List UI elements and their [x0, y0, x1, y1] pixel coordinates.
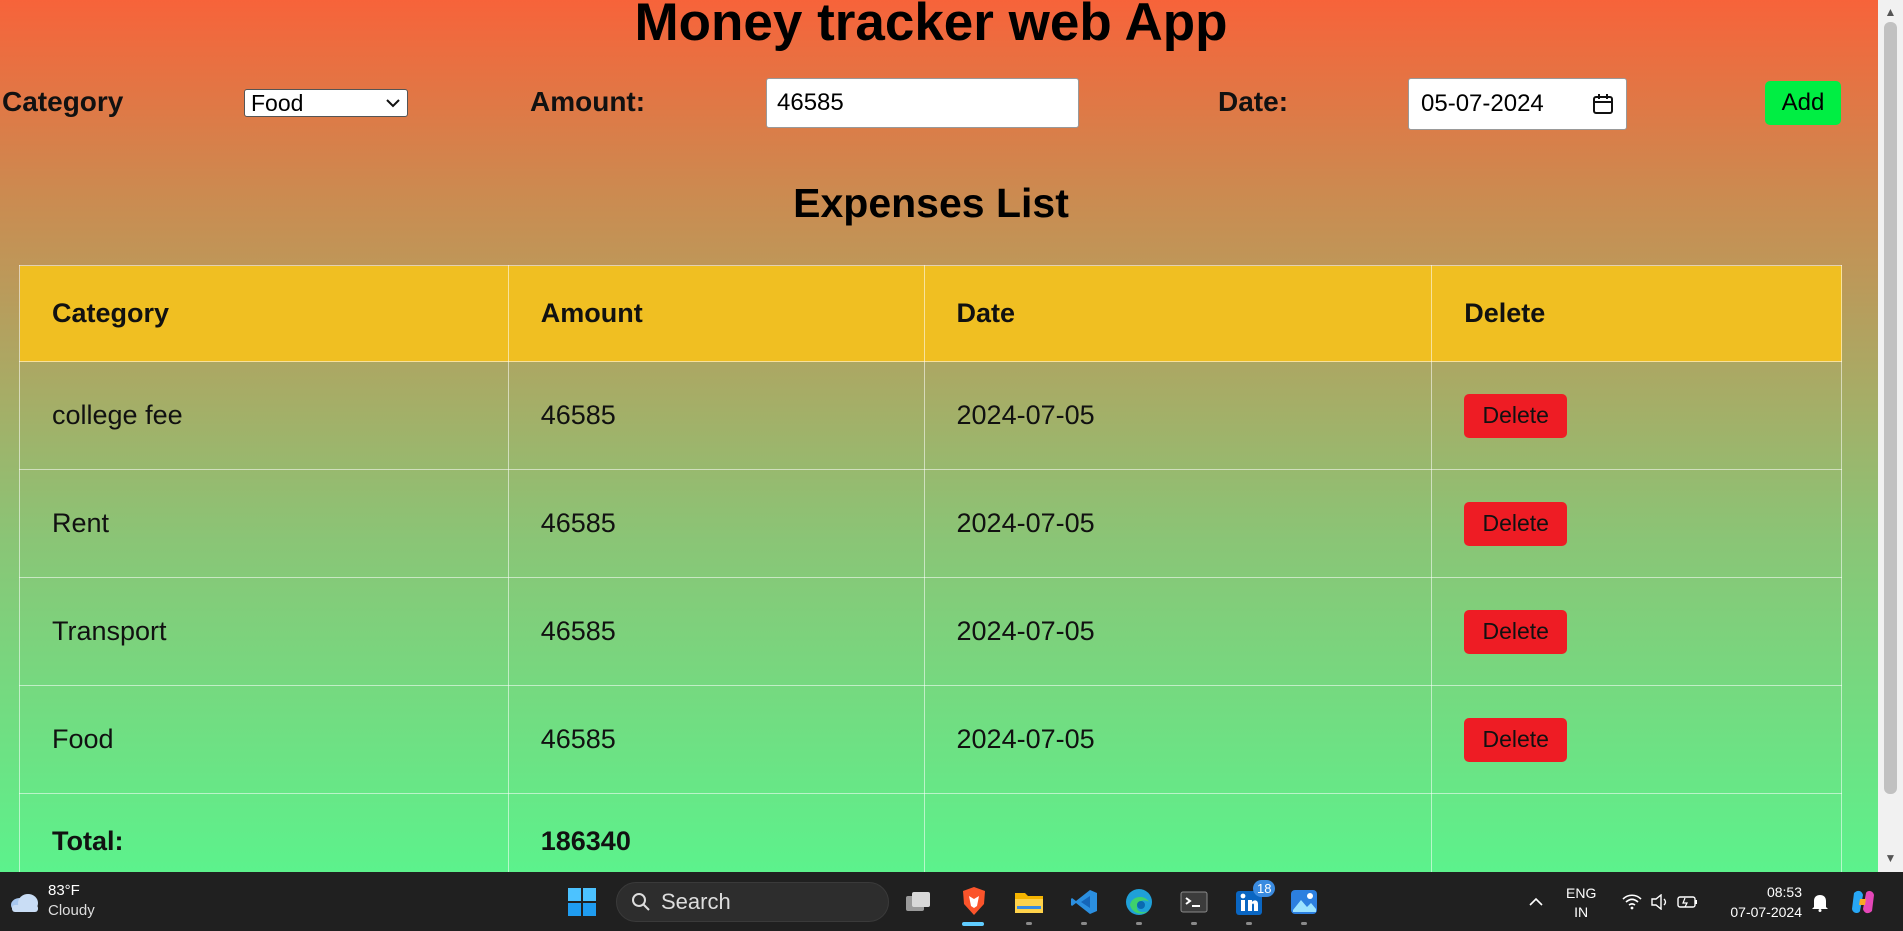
running-indicator — [1191, 922, 1197, 925]
delete-button[interactable]: Delete — [1464, 393, 1568, 438]
edge-icon[interactable] — [1123, 886, 1155, 918]
clock-time: 08:53 — [1766, 884, 1802, 900]
app-title: Money tracker web App — [634, 0, 1228, 52]
search-icon — [632, 893, 650, 911]
scroll-up-icon[interactable]: ▲ — [1878, 2, 1903, 22]
expenses-list-title: Expenses List — [793, 180, 1069, 226]
delete-button[interactable]: Delete — [1464, 717, 1568, 762]
volume-icon[interactable] — [1648, 890, 1672, 914]
category-label: Category — [2, 86, 124, 117]
copilot-icon[interactable] — [1847, 886, 1879, 918]
taskbar-search[interactable]: Search — [616, 882, 889, 922]
clock-date: 07-07-2024 — [1730, 904, 1802, 920]
chevron-up-icon[interactable] — [1524, 890, 1548, 914]
weather-temp[interactable]: 83°F — [48, 882, 80, 899]
cell-amount: 46585 — [507, 469, 925, 578]
running-indicator — [1301, 922, 1307, 925]
amount-input[interactable]: 46585 — [766, 78, 1079, 128]
lang-primary: ENG — [1566, 885, 1597, 901]
delete-button[interactable]: Delete — [1464, 501, 1568, 546]
weather-desc[interactable]: Cloudy — [48, 902, 95, 919]
lang-secondary: IN — [1574, 904, 1589, 920]
scroll-down-icon[interactable]: ▼ — [1878, 848, 1903, 868]
cell-amount: 46585 — [507, 685, 925, 794]
empty-cell — [923, 793, 1433, 872]
active-indicator — [962, 922, 984, 926]
wifi-icon[interactable] — [1620, 890, 1644, 914]
app-viewport: Money tracker web App Category Food Amou… — [0, 0, 1878, 872]
cell-amount: 46585 — [507, 361, 925, 470]
cell-category: Food — [19, 685, 509, 794]
battery-icon[interactable] — [1676, 890, 1700, 914]
cell-date: 2024-07-05 — [923, 361, 1433, 470]
date-label: Date: — [1218, 86, 1289, 117]
column-header-amount: Amount — [507, 265, 925, 362]
cell-delete: Delete — [1431, 361, 1842, 470]
cell-delete: Delete — [1431, 685, 1842, 794]
calendar-icon[interactable] — [1592, 93, 1614, 115]
terminal-icon[interactable] — [1178, 886, 1210, 918]
clock[interactable]: 08:53 07-07-2024 — [1718, 882, 1802, 922]
vertical-scrollbar[interactable]: ▲ ▼ — [1878, 0, 1903, 872]
photos-icon[interactable] — [1288, 886, 1320, 918]
table-row: Transport 46585 2024-07-05 Delete — [19, 577, 1842, 686]
taskbar: 83°F Cloudy Search 18 ENG IN 08:53 07-07… — [0, 872, 1903, 931]
amount-input-value: 46585 — [777, 89, 844, 116]
bell-icon[interactable] — [1808, 890, 1832, 914]
cell-category: Transport — [19, 577, 509, 686]
cell-date: 2024-07-05 — [923, 685, 1433, 794]
add-button[interactable]: Add — [1765, 81, 1841, 125]
table-row: college fee 46585 2024-07-05 Delete — [19, 361, 1842, 470]
total-value: 186340 — [507, 793, 925, 872]
delete-button[interactable]: Delete — [1464, 609, 1568, 654]
empty-cell — [1431, 793, 1842, 872]
amount-label: Amount: — [530, 86, 646, 117]
category-select[interactable]: Food — [244, 89, 408, 117]
running-indicator — [1246, 922, 1252, 925]
vscode-icon[interactable] — [1068, 886, 1100, 918]
task-view-icon[interactable] — [903, 887, 933, 917]
total-label: Total: — [19, 793, 509, 872]
scroll-thumb[interactable] — [1884, 22, 1897, 794]
column-header-category: Category — [19, 265, 509, 362]
cell-date: 2024-07-05 — [923, 577, 1433, 686]
cell-delete: Delete — [1431, 469, 1842, 578]
table-row: Rent 46585 2024-07-05 Delete — [19, 469, 1842, 578]
language-indicator[interactable]: ENG IN — [1566, 884, 1596, 922]
table-header-row: Category Amount Date Delete — [19, 265, 1842, 362]
cell-category: Rent — [19, 469, 509, 578]
column-header-delete: Delete — [1431, 265, 1842, 362]
cell-delete: Delete — [1431, 577, 1842, 686]
category-select-value: Food — [251, 89, 304, 116]
brave-browser-icon[interactable] — [958, 885, 990, 917]
table-row: Food 46585 2024-07-05 Delete — [19, 685, 1842, 794]
cell-category: college fee — [19, 361, 509, 470]
cell-amount: 46585 — [507, 577, 925, 686]
file-explorer-icon[interactable] — [1013, 886, 1045, 918]
windows-start-icon[interactable] — [567, 887, 597, 917]
running-indicator — [1026, 922, 1032, 925]
weather-icon[interactable] — [8, 886, 40, 918]
column-header-date: Date — [923, 265, 1433, 362]
date-input-value: 05-07-2024 — [1421, 90, 1544, 117]
notification-badge: 18 — [1253, 880, 1276, 897]
search-placeholder: Search — [661, 889, 731, 914]
date-input[interactable]: 05-07-2024 — [1408, 78, 1627, 130]
expenses-table: Category Amount Date Delete college fee … — [19, 265, 1842, 872]
cell-date: 2024-07-05 — [923, 469, 1433, 578]
total-row: Total: 186340 — [19, 793, 1842, 872]
running-indicator — [1136, 922, 1142, 925]
running-indicator — [1081, 922, 1087, 925]
chevron-down-icon — [386, 99, 400, 108]
